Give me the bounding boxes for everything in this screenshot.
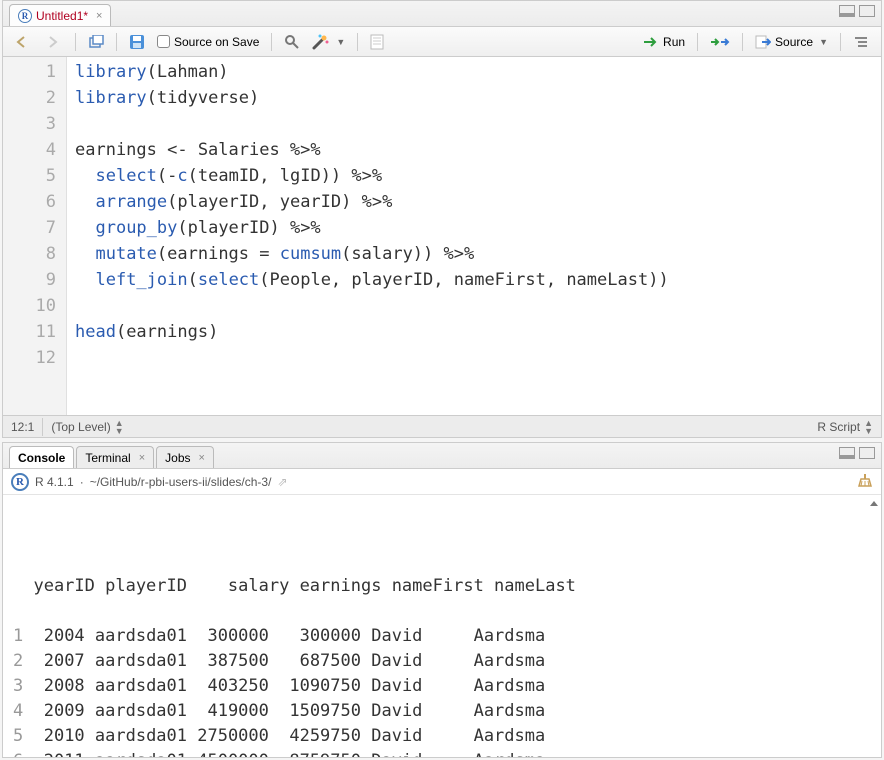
source-tabstrip: R Untitled1* ×: [3, 1, 881, 27]
line-gutter: 123456789101112: [3, 57, 67, 415]
tab-console[interactable]: Console: [9, 446, 74, 468]
source-tab[interactable]: R Untitled1* ×: [9, 4, 111, 26]
cursor-position: 12:1: [11, 420, 34, 434]
run-button[interactable]: Run: [639, 33, 689, 51]
wd-popout-icon[interactable]: ⇗: [277, 475, 287, 489]
updown-icon: ▲▼: [864, 419, 873, 435]
maximize-pane-icon[interactable]: [859, 447, 875, 459]
run-label: Run: [663, 35, 685, 49]
forward-button[interactable]: [41, 33, 67, 51]
dropdown-caret-icon: ▼: [819, 37, 828, 47]
scope-selector[interactable]: (Top Level) ▲▼: [51, 419, 123, 435]
tab-terminal-label: Terminal: [85, 451, 130, 465]
console-output[interactable]: yearID playerID salary earnings nameFirs…: [3, 495, 881, 757]
tab-terminal[interactable]: Terminal ×: [76, 446, 154, 468]
updown-icon: ▲▼: [115, 419, 124, 435]
clear-console-icon[interactable]: [857, 472, 873, 491]
source-button[interactable]: Source ▼: [751, 33, 832, 51]
close-tab-icon[interactable]: ×: [199, 452, 205, 464]
code-tools-button[interactable]: ▼: [308, 32, 349, 52]
back-button[interactable]: [11, 33, 37, 51]
checkbox-icon: [157, 35, 170, 48]
source-toolbar: Source on Save ▼ Run Source ▼: [3, 27, 881, 57]
language-selector[interactable]: R Script ▲▼: [817, 419, 873, 435]
console-pane: Console Terminal × Jobs × R R 4.1.1 · ~/…: [2, 442, 882, 758]
minimize-pane-icon[interactable]: [839, 447, 855, 459]
close-tab-icon[interactable]: ×: [96, 10, 102, 22]
tab-jobs-label: Jobs: [165, 451, 190, 465]
source-label: Source: [775, 35, 813, 49]
find-button[interactable]: [280, 32, 304, 52]
code-editor[interactable]: 123456789101112 library(Lahman)library(t…: [3, 57, 881, 415]
source-on-save-label: Source on Save: [174, 35, 259, 49]
compile-report-button[interactable]: [366, 32, 388, 52]
dropdown-caret-icon: ▼: [336, 37, 345, 47]
code-area[interactable]: library(Lahman)library(tidyverse) earnin…: [67, 57, 881, 415]
maximize-pane-icon[interactable]: [859, 5, 875, 17]
scope-label: (Top Level): [51, 420, 110, 434]
minimize-pane-icon[interactable]: [839, 5, 855, 17]
r-logo-icon: R: [11, 473, 29, 491]
source-pane: R Untitled1* × Source on Save: [2, 0, 882, 438]
r-file-icon: R: [18, 9, 32, 23]
source-on-save-checkbox[interactable]: Source on Save: [153, 33, 263, 51]
r-version: R 4.1.1: [35, 475, 74, 489]
working-directory[interactable]: ~/GitHub/r-pbi-users-ii/slides/ch-3/: [90, 475, 272, 489]
source-statusbar: 12:1 (Top Level) ▲▼ R Script ▲▼: [3, 415, 881, 437]
tab-console-label: Console: [18, 451, 65, 465]
outline-button[interactable]: [849, 33, 873, 51]
show-in-new-window-button[interactable]: [84, 33, 108, 51]
close-tab-icon[interactable]: ×: [139, 452, 145, 464]
console-tabstrip: Console Terminal × Jobs ×: [3, 443, 881, 469]
console-infobar: R R 4.1.1 · ~/GitHub/r-pbi-users-ii/slid…: [3, 469, 881, 495]
tab-title: Untitled1*: [36, 9, 88, 23]
language-label: R Script: [817, 420, 860, 434]
tab-jobs[interactable]: Jobs ×: [156, 446, 214, 468]
wd-separator: ·: [80, 475, 84, 489]
scroll-up-icon[interactable]: [869, 499, 879, 509]
rerun-button[interactable]: [706, 34, 734, 50]
save-button[interactable]: [125, 32, 149, 52]
